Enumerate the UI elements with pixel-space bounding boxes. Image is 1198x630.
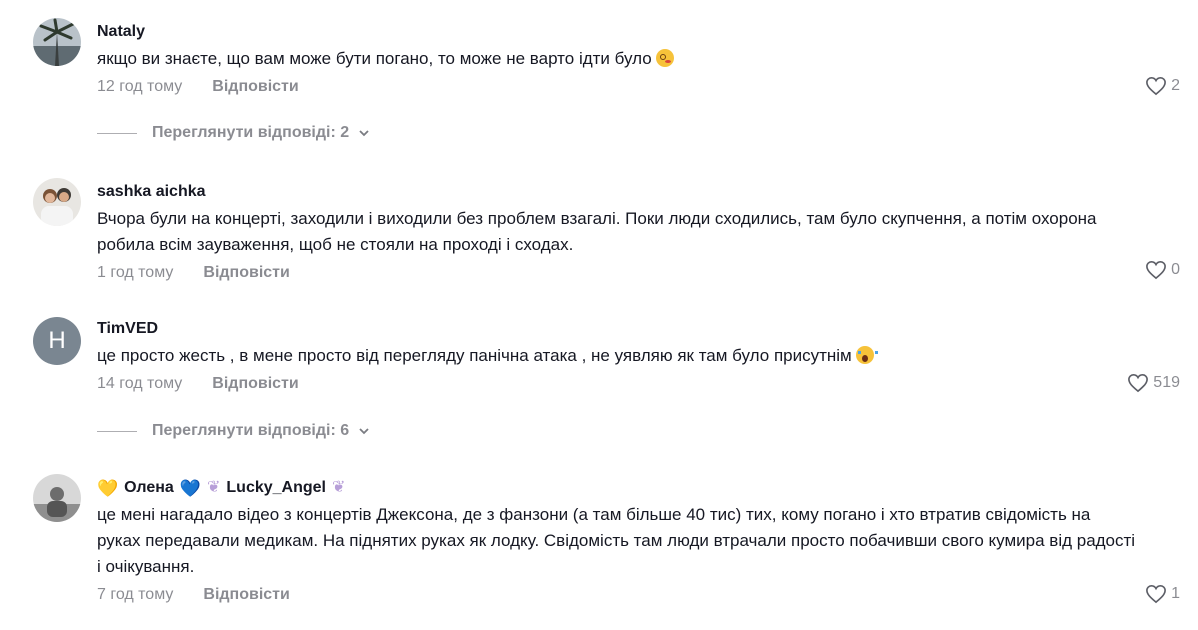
screaming-face-emoji-icon [855, 346, 878, 364]
heart-outline-icon [1146, 76, 1167, 96]
wing-emoji-icon: ❦ [332, 479, 346, 496]
comment-meta: 7 год тому Відповісти [97, 582, 1138, 608]
username[interactable]: sashka aichka [97, 180, 1138, 204]
comment-body: Nataly якщо ви знаєте, що вам може бути … [97, 20, 1138, 100]
comments-list: Nataly якщо ви знаєте, що вам може бути … [0, 0, 1198, 630]
heart-outline-icon [1128, 373, 1149, 393]
comment-body: sashka aichka Вчора були на концерті, за… [97, 180, 1138, 286]
yellow-heart-emoji: 💛 [97, 478, 119, 498]
timestamp: 1 год тому [97, 264, 174, 281]
reply-button[interactable]: Відповісти [203, 582, 289, 608]
reply-button[interactable]: Відповісти [212, 371, 298, 397]
reply-button[interactable]: Відповісти [212, 74, 298, 100]
comment-text: це мені нагадало відео з концертів Джекс… [97, 505, 1136, 576]
avatar[interactable] [33, 178, 81, 226]
like-count: 0 [1171, 261, 1180, 278]
like-button[interactable]: 1 [1145, 584, 1180, 604]
comment-meta: 14 год тому Відповісти [97, 371, 1138, 397]
blue-heart-emoji: 💙 [179, 478, 201, 498]
comment-text: Вчора були на концерті, заходили і виход… [97, 209, 1097, 254]
avatar[interactable] [33, 18, 81, 66]
comment-text: якщо ви знаєте, що вам може бути погано,… [97, 46, 1138, 72]
timestamp: 12 год тому [97, 78, 183, 95]
like-button[interactable]: 2 [1145, 76, 1180, 96]
reply-button[interactable]: Відповісти [203, 260, 289, 286]
like-count: 2 [1171, 77, 1180, 94]
comment-item: H TimVED це просто жесть , в мене просто… [0, 317, 1198, 397]
comment-text: це просто жесть , в мене просто від пере… [97, 343, 1138, 369]
comment-body: 💛 Олена 💙 ❦ Lucky_Angel ❦ це мені нагада… [97, 476, 1138, 608]
username[interactable]: Nataly [97, 20, 1138, 44]
dizzy-face-emoji-icon [655, 49, 674, 67]
like-button[interactable]: 519 [1127, 373, 1180, 393]
view-replies-label: Переглянути відповіді: 2 [152, 124, 350, 141]
like-count: 1 [1171, 585, 1180, 602]
username[interactable]: TimVED [97, 317, 1138, 341]
timestamp: 14 год тому [97, 375, 183, 392]
chevron-down-icon [359, 130, 369, 137]
heart-outline-icon [1146, 260, 1167, 280]
comment-item: 💛 Олена 💙 ❦ Lucky_Angel ❦ це мені нагада… [0, 474, 1198, 614]
comment-meta: 1 год тому Відповісти [97, 260, 1138, 286]
chevron-down-icon [359, 428, 369, 435]
avatar-letter: H [48, 327, 66, 354]
like-count: 519 [1153, 374, 1180, 391]
timestamp: 7 год тому [97, 586, 174, 603]
avatar[interactable]: H [33, 317, 81, 365]
like-button[interactable]: 0 [1145, 260, 1180, 280]
divider [97, 132, 137, 134]
view-replies-label: Переглянути відповіді: 6 [152, 422, 350, 439]
view-replies-button[interactable]: Переглянути відповіді: 2 [97, 124, 371, 142]
comment-meta: 12 год тому Відповісти [97, 74, 1138, 100]
wing-emoji-icon: ❦ [207, 479, 221, 496]
comment-item: sashka aichka Вчора були на концерті, за… [0, 178, 1198, 288]
comment-item: Nataly якщо ви знаєте, що вам може бути … [0, 18, 1198, 98]
username[interactable]: 💛 Олена 💙 ❦ Lucky_Angel ❦ [97, 476, 1138, 500]
view-replies-button[interactable]: Переглянути відповіді: 6 [97, 422, 371, 440]
avatar[interactable] [33, 474, 81, 522]
divider [97, 430, 137, 432]
heart-outline-icon [1146, 584, 1167, 604]
comment-body: TimVED це просто жесть , в мене просто в… [97, 317, 1138, 397]
